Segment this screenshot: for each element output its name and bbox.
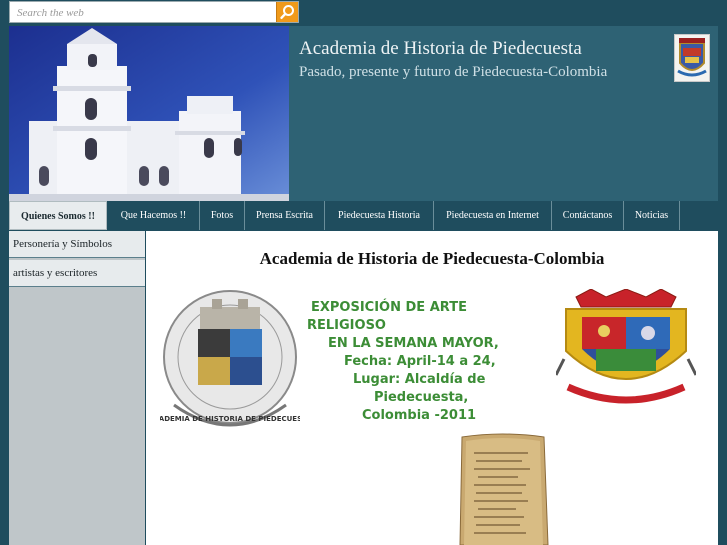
expo-line-2: RELIGIOSO [307,318,386,333]
nav-piedecuesta-internet[interactable]: Piedecuesta en Internet [434,201,552,230]
nav-fotos[interactable]: Fotos [200,201,245,230]
crest-logo-small [674,34,710,82]
search-box [9,1,299,23]
top-bar [0,0,727,26]
piedecuesta-coat-of-arms [556,289,696,404]
search-input[interactable] [15,3,279,23]
nav-piedecuesta-historia[interactable]: Piedecuesta Historia [325,201,434,230]
search-button[interactable] [276,2,298,22]
nav-prensa-escrita[interactable]: Prensa Escrita [245,201,325,230]
main-content: Academia de Historia de Piedecuesta-Colo… [146,231,718,545]
nav-noticias[interactable]: Noticias [624,201,680,230]
sidebar-item-personeria[interactable]: Personería y Símbolos [9,231,145,258]
site-header: Academia de Historia de Piedecuesta Pasa… [9,26,718,201]
nav-que-hacemos[interactable]: Que Hacemos !! [108,201,200,230]
expo-line-4: Fecha: April-14 a 24, [344,354,496,369]
nav-contactanos[interactable]: Contáctanos [552,201,624,230]
expo-line-3: EN LA SEMANA MAYOR, [328,336,499,351]
main-nav: Quienes Somos !! Que Hacemos !! Fotos Pr… [9,201,718,230]
expo-line-7: Colombia -2011 [362,408,477,423]
sidebar-item-artistas[interactable]: artistas y escritores [9,260,145,287]
nav-quienes-somos[interactable]: Quienes Somos !! [9,201,107,230]
sidebar: Personería y Símbolos artistas y escrito… [9,231,145,545]
exposition-announcement: EXPOSICIÓN DE ARTE RELIGIOSO EN LA SEMAN… [286,299,526,425]
site-title: Academia de Historia de Piedecuesta [299,38,582,59]
parchment-document-image [459,433,549,545]
site-subtitle: Pasado, presente y futuro de Piedecuesta… [299,64,608,80]
expo-line-5: Lugar: Alcaldía de [353,372,486,387]
logo-ring-text: ACADEMIA DE HISTORIA DE PIEDECUESTA [160,415,300,423]
expo-line-1: EXPOSICIÓN DE ARTE [311,300,467,315]
church-photo [9,26,289,201]
expo-line-6: Piedecuesta, [374,390,469,405]
academy-logo: ACADEMIA DE HISTORIA DE PIEDECUESTA [160,290,300,427]
page-heading: Academia de Historia de Piedecuesta-Colo… [259,249,605,268]
search-icon [280,5,294,20]
